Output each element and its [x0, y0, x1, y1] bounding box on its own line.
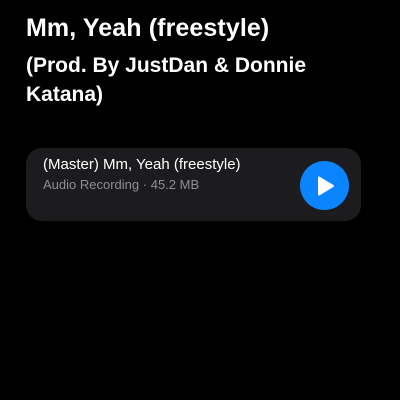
- attachment-size: 45.2 MB: [150, 177, 200, 192]
- attachment-title: (Master) Mm, Yeah (freestyle): [43, 156, 241, 173]
- play-icon: [314, 176, 335, 196]
- page-title: Mm, Yeah (freestyle): [26, 14, 270, 42]
- attachment-type: Audio Recording: [43, 177, 140, 192]
- play-button[interactable]: [300, 161, 349, 210]
- meta-separator: ·: [142, 177, 148, 192]
- attachment-meta: Audio Recording · 45.2 MB: [43, 177, 199, 193]
- audio-attachment-card[interactable]: (Master) Mm, Yeah (freestyle) Audio Reco…: [26, 148, 361, 221]
- page-subtitle: (Prod. By JustDan & Donnie Katana): [26, 54, 307, 106]
